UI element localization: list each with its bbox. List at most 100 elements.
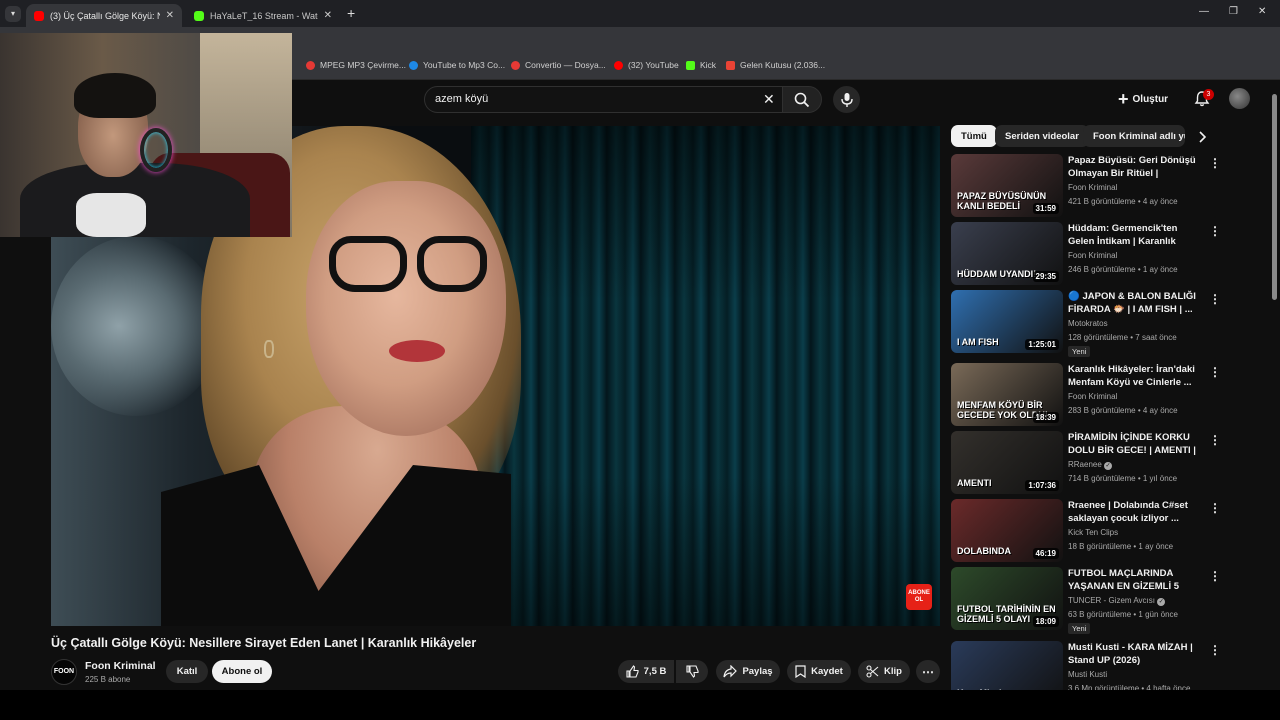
bookmark-item[interactable]: (32) YouTube (614, 60, 679, 70)
channel-avatar[interactable]: FOON (51, 659, 77, 685)
recommendation-item[interactable]: AMENTI 1:07:36 PİRAMİDİN İÇİNDE KORKU DOLU… (951, 431, 1221, 495)
close-tab-icon[interactable]: ✕ (166, 10, 174, 21)
bookmark-item[interactable]: Gelen Kutusu (2.036... (726, 60, 825, 70)
recommendation-title[interactable]: PİRAMİDİN İÇİNDE KORKU DOLU BİR GECE! | … (1068, 431, 1198, 457)
more-vert-icon[interactable]: ⋮ (1209, 224, 1221, 238)
chip-channel-videos[interactable]: Foon Kriminal adlı yü (1083, 125, 1185, 147)
recommendation-channel[interactable]: Motokratos (1068, 319, 1108, 328)
recommendation-item[interactable]: DOLABINDA 46:19 Rraenee | Dolabında C#set … (951, 499, 1221, 563)
recommendation-channel[interactable]: Musti Kusti (1068, 670, 1107, 679)
restore-icon[interactable]: ❐ (1229, 6, 1238, 17)
recommendation-meta: 246 B görüntüleme • 1 ay önce (1068, 265, 1178, 274)
recommendation-item[interactable]: FUTBOL TARİHİNİN EN GİZEMLİ 5 OLAYI 18:09… (951, 567, 1221, 634)
clip-button[interactable]: Klip (858, 660, 910, 683)
recommendation-thumbnail[interactable]: AMENTI 1:07:36 (951, 431, 1063, 494)
recommendation-thumbnail[interactable]: PAPAZ BÜYÜSÜNÜN KANLI BEDELİ 31:59 (951, 154, 1063, 217)
more-vert-icon[interactable]: ⋮ (1209, 643, 1221, 657)
recommendation-title[interactable]: Papaz Büyüsü: Geri Dönüşü Olmayan Bir Ri… (1068, 154, 1198, 181)
more-vert-icon[interactable]: ⋮ (1209, 501, 1221, 515)
save-button[interactable]: Kaydet (787, 660, 851, 683)
video-presenter-glasses-left (329, 236, 407, 292)
voice-search-button[interactable] (833, 86, 860, 113)
tab-kick-stream[interactable]: HaYaLeT_16 Stream - Watch Liv ✕ (186, 4, 340, 27)
search-box[interactable]: ✕ (424, 86, 786, 113)
tab-youtube[interactable]: (3) Üç Çatallı Gölge Köyü: Nesill ✕ (26, 4, 182, 27)
recommendation-thumbnail[interactable]: MENFAM KÖYÜ BİR GECEDE YOK OLDU! 18:39 (951, 363, 1063, 426)
close-window-icon[interactable]: ✕ (1258, 6, 1266, 17)
subscribe-watermark-button[interactable]: ABONE OL (906, 584, 932, 610)
more-vert-icon[interactable]: ⋮ (1209, 156, 1221, 170)
recommendation-item[interactable]: MENFAM KÖYÜ BİR GECEDE YOK OLDU! 18:39 Kar… (951, 363, 1221, 427)
dislike-button[interactable] (676, 660, 708, 683)
recommendation-thumbnail[interactable]: FUTBOL TARİHİNİN EN GİZEMLİ 5 OLAYI 18:09 (951, 567, 1063, 630)
webcam-person-hair (74, 73, 156, 118)
page-scrollbar[interactable] (1272, 94, 1277, 300)
bookmark-item[interactable]: Convertio — Dosya... (511, 60, 606, 70)
bookmark-item[interactable]: Kick (686, 60, 716, 70)
recommendation-channel[interactable]: Kick Ten Clips (1068, 528, 1118, 537)
recommendation-channel[interactable]: TUNCER - Gizem Avcısı ✓ (1068, 596, 1166, 606)
verified-check-icon: ✓ (1157, 598, 1166, 606)
bookmark-favicon-icon (511, 60, 520, 70)
more-vert-icon[interactable]: ⋮ (1209, 569, 1221, 583)
more-vert-icon[interactable]: ⋮ (1209, 365, 1221, 379)
video-presenter-face (306, 181, 506, 436)
recommendation-thumbnail[interactable]: I AM FISH 1:25:01 (951, 290, 1063, 353)
recommendation-item[interactable]: PAPAZ BÜYÜSÜNÜN KANLI BEDELİ 31:59 Papaz B… (951, 154, 1221, 218)
thumbs-down-icon (685, 665, 699, 678)
taskbar-strip (0, 690, 1280, 720)
search-input[interactable] (435, 93, 735, 105)
thumbnail-caption: AMENTI (957, 478, 992, 488)
recommendation-meta: 18 B görüntüleme • 1 ay önce (1068, 542, 1174, 551)
microphone-icon (841, 93, 853, 107)
thumbnail-caption: DOLABINDA (957, 546, 1011, 556)
recommendation-meta: 714 B görüntüleme • 1 yıl önce (1068, 474, 1178, 483)
recommendation-channel[interactable]: Foon Kriminal (1068, 392, 1117, 401)
recommendation-channel[interactable]: Foon Kriminal (1068, 183, 1117, 192)
recommendation-title[interactable]: 🔵 JAPON & BALON BALIĞI FİRARDA 🐡 | I AM … (1068, 290, 1198, 316)
new-tab-button[interactable]: + (347, 5, 355, 21)
recommendation-thumbnail[interactable]: DOLABINDA 46:19 (951, 499, 1063, 562)
more-vert-icon[interactable]: ⋮ (1209, 292, 1221, 306)
video-duration: 1:07:36 (1025, 480, 1059, 491)
share-button[interactable]: Paylaş (716, 660, 780, 683)
recommendation-channel[interactable]: RRaenee ✓ (1068, 460, 1113, 470)
thumbnail-caption: I AM FISH (957, 337, 999, 347)
search-button[interactable] (782, 86, 822, 113)
video-duration: 29:35 (1032, 271, 1059, 282)
chip-series-videos[interactable]: Seriden videolar (995, 125, 1089, 147)
minimize-icon[interactable]: — (1199, 6, 1209, 17)
tab-search-button[interactable]: ▾ (5, 6, 21, 22)
recommendation-title[interactable]: Musti Kusti - KARA MİZAH | Stand UP (202… (1068, 641, 1198, 667)
account-avatar[interactable] (1229, 88, 1250, 109)
clear-search-icon[interactable]: ✕ (763, 91, 775, 108)
new-badge: Yeni (1068, 623, 1091, 634)
more-vert-icon[interactable]: ⋮ (1209, 433, 1221, 447)
channel-name-link[interactable]: Foon Kriminal (85, 660, 156, 672)
recommendation-item[interactable]: I AM FISH 1:25:01 🔵 JAPON & BALON BALIĞI F… (951, 290, 1221, 357)
close-tab-icon[interactable]: ✕ (324, 10, 332, 21)
gmail-favicon-icon (726, 60, 735, 70)
recommendation-title[interactable]: Rraenee | Dolabında C#set saklayan çocuk… (1068, 499, 1198, 525)
recommendation-title[interactable]: Hüddam: Germencik'ten Gelen İntikam | Ka… (1068, 222, 1198, 249)
join-button[interactable]: Katıl (166, 660, 208, 683)
chip-all[interactable]: Tümü (951, 125, 997, 147)
recommendation-thumbnail[interactable]: HÜDDAM UYANDI! 29:35 (951, 222, 1063, 285)
kick-favicon-icon (194, 10, 204, 21)
bookmark-item[interactable]: YouTube to Mp3 Co... (409, 60, 505, 70)
more-actions-button[interactable]: ⋯ (916, 660, 940, 683)
recommendation-channel[interactable]: Foon Kriminal (1068, 251, 1117, 260)
recommendation-title[interactable]: FUTBOL MAÇLARINDA YAŞANAN EN GİZEMLİ 5 O… (1068, 567, 1198, 594)
bookmark-favicon-icon (409, 60, 418, 70)
create-button[interactable]: + Oluştur (1118, 88, 1168, 110)
recommendation-meta: 63 B görüntüleme • 1 gün önce (1068, 610, 1178, 619)
recommendation-item[interactable]: HÜDDAM UYANDI! 29:35 Hüddam: Germencik'ten… (951, 222, 1221, 286)
chevron-right-icon[interactable] (1195, 130, 1209, 144)
new-badge: Yeni (1068, 346, 1091, 357)
bookmark-item[interactable]: MPEG MP3 Çevirme... (306, 60, 406, 70)
recommendation-meta: 283 B görüntüleme • 4 ay önce (1068, 406, 1178, 415)
streamer-webcam-overlay (0, 33, 292, 237)
recommendation-title[interactable]: Karanlık Hikâyeler: İran'daki Menfam Köy… (1068, 363, 1198, 389)
like-button[interactable]: 7,5 B (618, 660, 674, 683)
subscribe-button[interactable]: Abone ol (212, 660, 272, 683)
